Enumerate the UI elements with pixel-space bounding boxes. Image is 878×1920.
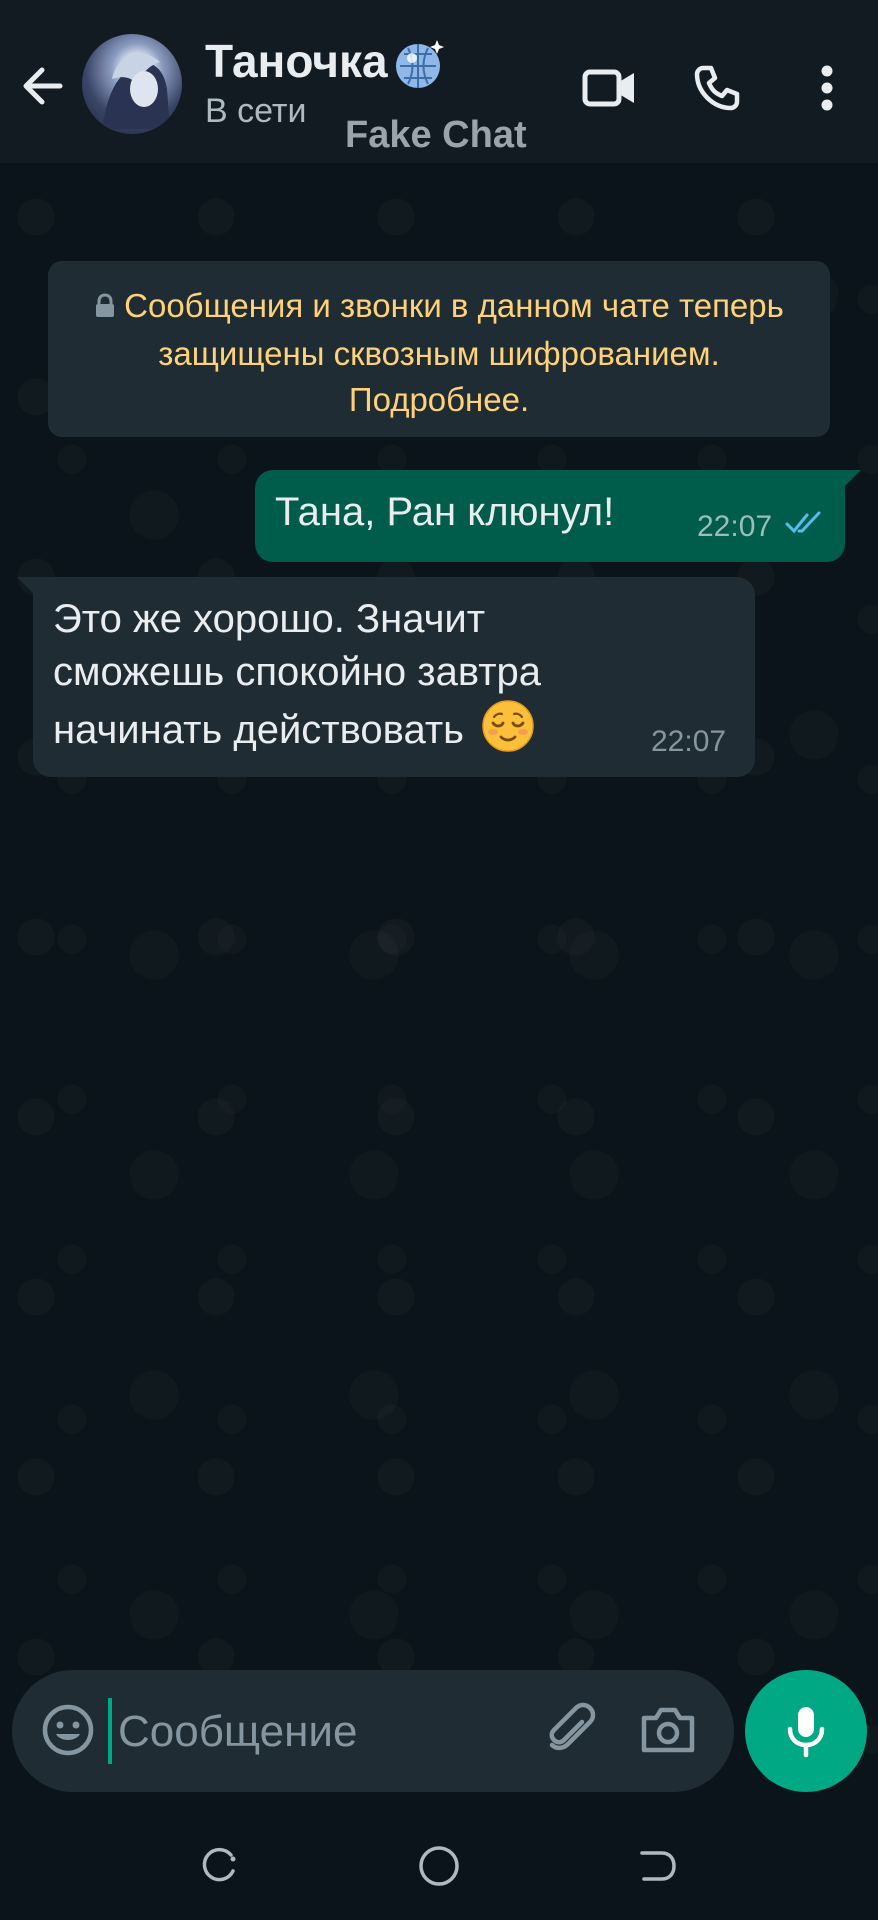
watermark: Fake Chat [345,114,527,156]
relieved-face-emoji [481,699,535,753]
message-text: Это же хорошо. Значит сможешь спокойно з… [53,597,542,752]
emoji-face-icon [42,1704,94,1756]
video-camera-icon [582,69,634,107]
emoji-button[interactable] [40,1702,96,1758]
contact-status: В сети [205,92,307,130]
paperclip-icon [549,1702,596,1751]
camera-button[interactable] [638,1702,698,1758]
camera-icon [641,1707,695,1753]
contact-name[interactable]: Таночка [205,34,388,88]
more-vertical-icon [821,65,833,111]
system-navigation-bar [0,1803,878,1920]
incoming-message[interactable]: Это же хорошо. Значит сможешь спокойно з… [17,577,755,777]
message-time: 22:07 [697,510,773,543]
chat-header: Таночка В сети Fake Chat [0,0,878,163]
encryption-notice[interactable]: Сообщения и звонки в данном чате теперь … [48,261,830,437]
avatar[interactable] [82,34,182,134]
lock-icon [94,285,116,331]
back-button[interactable] [14,52,70,120]
mirror-ball-emoji [390,36,446,92]
message-time: 22:07 [651,725,727,758]
message-text: Тана, Ран клюнул! [275,490,615,534]
voice-call-button[interactable] [685,56,749,120]
back-icon [640,1851,676,1881]
phone-icon [694,65,740,111]
arrow-left-icon [23,67,63,105]
avatar-image [102,53,170,129]
message-input[interactable] [116,1692,540,1772]
recent-apps-icon [202,1847,236,1882]
voice-record-button[interactable] [745,1670,867,1792]
message-composer [12,1670,734,1792]
double-check-icon [785,510,825,541]
video-call-button[interactable] [578,56,642,120]
attach-button[interactable] [542,1700,602,1760]
text-cursor [108,1698,112,1764]
home-icon [419,1846,459,1886]
more-options-button[interactable] [795,56,859,120]
recent-apps-button[interactable] [195,1841,245,1891]
microphone-icon [787,1707,825,1758]
message-text-container: Это же хорошо. Значит сможешь спокойно з… [53,593,633,757]
outgoing-message[interactable]: Тана, Ран клюнул! 22:07 [255,470,861,562]
home-button[interactable] [414,1841,464,1891]
system-back-button[interactable] [632,1841,682,1891]
encryption-notice-text: Сообщения и звонки в данном чате теперь … [124,287,784,418]
